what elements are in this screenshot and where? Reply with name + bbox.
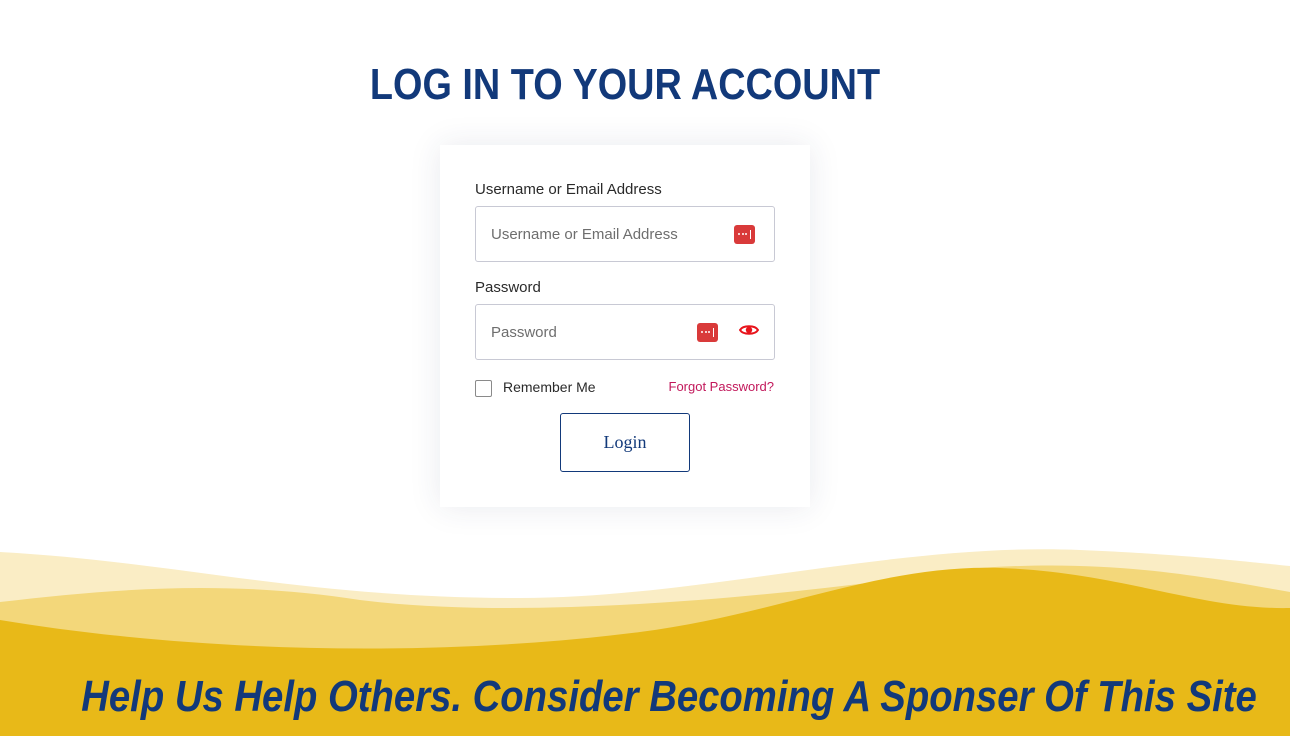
username-input[interactable] [491, 207, 691, 261]
login-button[interactable]: Login [560, 413, 690, 472]
login-form: Username or Email Address Password Remem… [440, 145, 810, 507]
remember-me-checkbox[interactable] [475, 380, 492, 397]
password-manager-icon[interactable] [697, 323, 718, 342]
password-manager-icon[interactable] [734, 225, 755, 244]
sponsor-banner-text: Help Us Help Others. Consider Becoming A… [81, 672, 1257, 721]
forgot-password-link[interactable]: Forgot Password? [669, 379, 775, 394]
username-label: Username or Email Address [475, 181, 662, 198]
password-label: Password [475, 279, 541, 296]
password-input[interactable] [491, 305, 691, 359]
eye-icon[interactable] [739, 322, 759, 338]
password-field-wrapper [475, 304, 775, 360]
login-page: LOG IN TO YOUR ACCOUNT Username or Email… [0, 0, 1290, 736]
page-title: LOG IN TO YOUR ACCOUNT [369, 60, 881, 109]
username-field-wrapper [475, 206, 775, 262]
remember-me-label[interactable]: Remember Me [503, 379, 596, 395]
